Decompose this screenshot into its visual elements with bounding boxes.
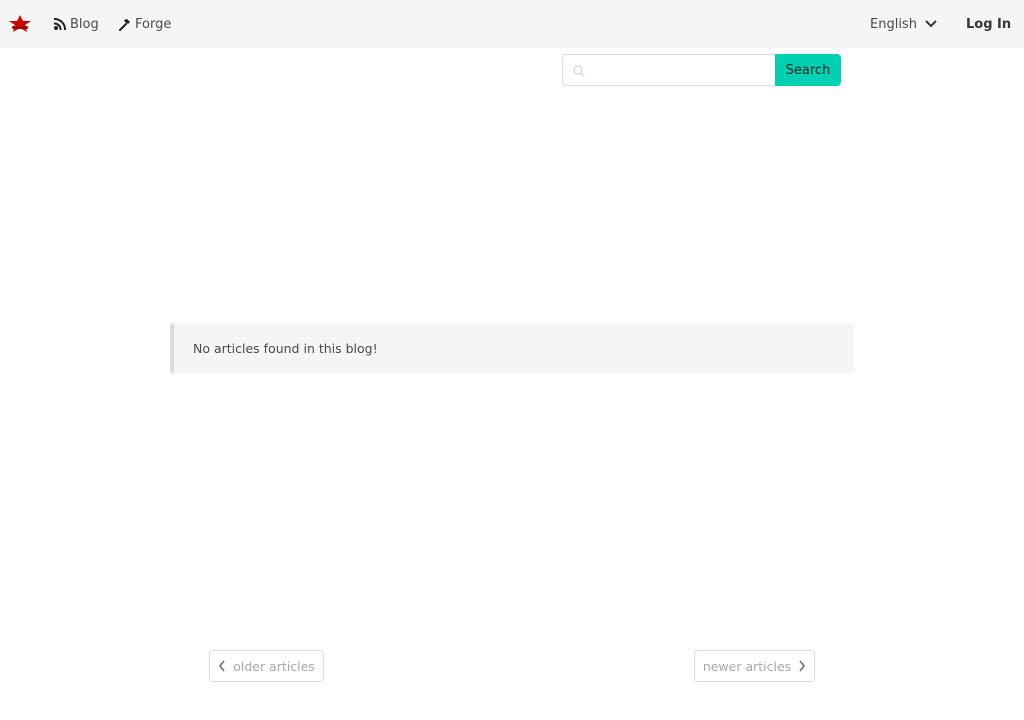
hammer-icon <box>119 18 130 31</box>
rss-feed-icon <box>53 17 66 30</box>
search-bar: Search <box>562 54 841 86</box>
older-articles-label: older articles <box>233 658 315 674</box>
newer-articles-label: newer articles <box>702 658 792 674</box>
nav-blog-link[interactable]: Blog <box>53 0 99 48</box>
language-dropdown[interactable]: English <box>870 0 938 48</box>
nav-forge-link[interactable]: Forge <box>118 0 171 48</box>
chevron-left-icon <box>219 660 225 672</box>
chevron-down-icon <box>925 20 937 28</box>
newer-articles-button[interactable]: newer articles <box>694 650 815 682</box>
empty-message: No articles found in this blog! <box>193 341 378 356</box>
nav-blog-label: Blog <box>70 16 99 32</box>
search-button[interactable]: Search <box>775 54 841 86</box>
chevron-right-icon <box>799 660 806 672</box>
older-articles-button[interactable]: older articles <box>209 650 324 682</box>
search-input-container <box>562 54 775 86</box>
brand-logo-icon[interactable] <box>8 14 32 34</box>
search-icon <box>573 65 586 78</box>
nav-forge-label: Forge <box>135 16 172 32</box>
language-label: English <box>870 16 917 32</box>
login-label: Log In <box>966 16 1012 32</box>
search-input[interactable] <box>563 55 775 85</box>
top-navbar: Blog Forge English Log In <box>0 0 1024 48</box>
login-link[interactable]: Log In <box>966 0 1011 48</box>
empty-articles-notice: No articles found in this blog! <box>170 323 854 374</box>
